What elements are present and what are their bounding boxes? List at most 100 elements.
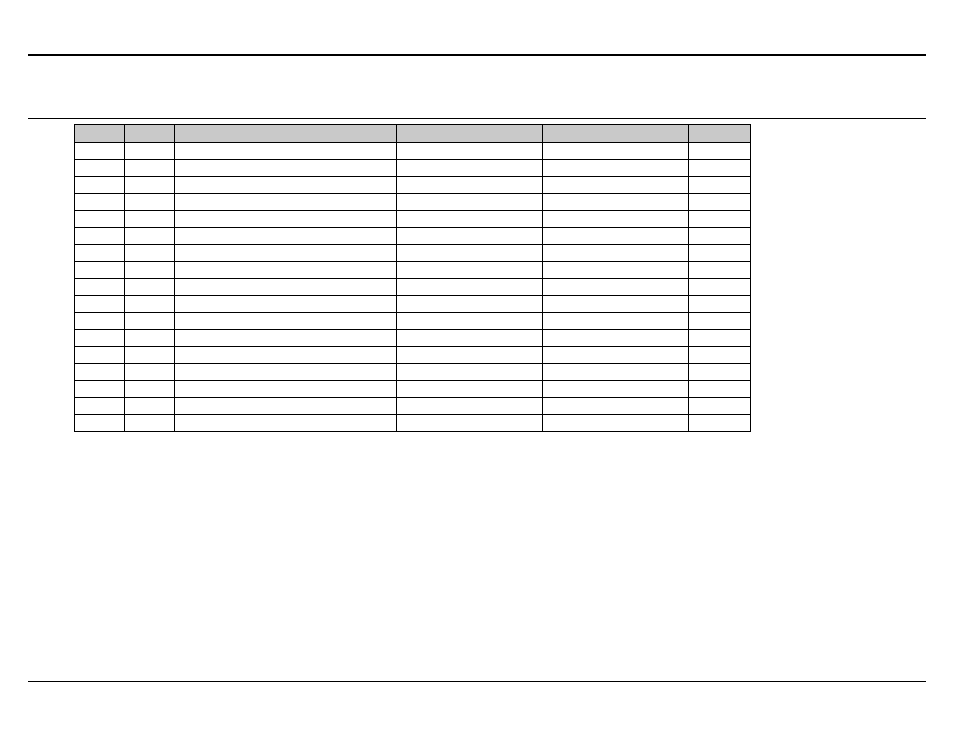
- table-cell: [175, 279, 397, 296]
- table-cell: [689, 143, 751, 160]
- table-cell: [689, 211, 751, 228]
- table-body: [75, 143, 751, 432]
- table-cell: [689, 228, 751, 245]
- table-cell: [175, 160, 397, 177]
- table-cell: [689, 296, 751, 313]
- table-header-cell: [689, 125, 751, 143]
- table-header-row: [75, 125, 751, 143]
- table-cell: [397, 381, 543, 398]
- table-cell: [175, 313, 397, 330]
- table-cell: [397, 177, 543, 194]
- table-cell: [175, 177, 397, 194]
- data-table: [74, 124, 751, 432]
- table-cell: [543, 364, 689, 381]
- table-cell: [125, 143, 175, 160]
- table-cell: [175, 347, 397, 364]
- table-cell: [75, 262, 125, 279]
- table-cell: [397, 262, 543, 279]
- table-cell: [689, 330, 751, 347]
- table-cell: [125, 364, 175, 381]
- table-cell: [689, 398, 751, 415]
- table-cell: [125, 228, 175, 245]
- table-cell: [175, 245, 397, 262]
- table-cell: [543, 143, 689, 160]
- header-rule: [28, 54, 926, 56]
- table-cell: [689, 262, 751, 279]
- table-cell: [543, 313, 689, 330]
- table-row: [75, 347, 751, 364]
- table-cell: [397, 211, 543, 228]
- table-cell: [543, 228, 689, 245]
- document-page: [0, 0, 954, 738]
- table-cell: [75, 415, 125, 432]
- table-cell: [125, 313, 175, 330]
- table-cell: [125, 296, 175, 313]
- data-table-wrap: [74, 124, 750, 432]
- table-cell: [543, 296, 689, 313]
- table-cell: [75, 364, 125, 381]
- table-cell: [75, 330, 125, 347]
- table-cell: [397, 364, 543, 381]
- table-cell: [543, 398, 689, 415]
- table-cell: [543, 415, 689, 432]
- table-cell: [125, 279, 175, 296]
- table-cell: [125, 347, 175, 364]
- table-cell: [75, 160, 125, 177]
- table-cell: [689, 364, 751, 381]
- table-cell: [543, 347, 689, 364]
- table-cell: [175, 194, 397, 211]
- table-cell: [689, 160, 751, 177]
- table-cell: [175, 211, 397, 228]
- table-cell: [125, 160, 175, 177]
- table-cell: [543, 330, 689, 347]
- table-cell: [397, 347, 543, 364]
- table-cell: [397, 330, 543, 347]
- table-header-cell: [543, 125, 689, 143]
- table-row: [75, 415, 751, 432]
- table-cell: [75, 245, 125, 262]
- table-cell: [397, 313, 543, 330]
- table-cell: [543, 245, 689, 262]
- table-cell: [689, 381, 751, 398]
- table-row: [75, 262, 751, 279]
- table-cell: [689, 313, 751, 330]
- table-cell: [175, 296, 397, 313]
- table-cell: [175, 330, 397, 347]
- table-cell: [75, 313, 125, 330]
- table-cell: [125, 245, 175, 262]
- table-cell: [175, 143, 397, 160]
- table-cell: [75, 381, 125, 398]
- table-cell: [75, 177, 125, 194]
- table-cell: [75, 194, 125, 211]
- table-header-cell: [175, 125, 397, 143]
- table-cell: [397, 398, 543, 415]
- table-cell: [689, 279, 751, 296]
- table-cell: [397, 228, 543, 245]
- footer-rule: [28, 681, 926, 682]
- table-cell: [175, 228, 397, 245]
- table-cell: [543, 177, 689, 194]
- table-cell: [543, 279, 689, 296]
- table-row: [75, 177, 751, 194]
- table-row: [75, 381, 751, 398]
- table-cell: [543, 262, 689, 279]
- table-cell: [75, 347, 125, 364]
- table-row: [75, 364, 751, 381]
- table-cell: [125, 177, 175, 194]
- table-cell: [689, 347, 751, 364]
- table-cell: [125, 262, 175, 279]
- table-cell: [125, 194, 175, 211]
- table-header-cell: [397, 125, 543, 143]
- table-cell: [125, 398, 175, 415]
- table-row: [75, 398, 751, 415]
- table-cell: [397, 245, 543, 262]
- table-cell: [125, 381, 175, 398]
- table-cell: [75, 228, 125, 245]
- table-cell: [543, 381, 689, 398]
- table-cell: [125, 330, 175, 347]
- table-header-cell: [125, 125, 175, 143]
- table-cell: [75, 211, 125, 228]
- table-cell: [543, 194, 689, 211]
- table-row: [75, 211, 751, 228]
- table-row: [75, 296, 751, 313]
